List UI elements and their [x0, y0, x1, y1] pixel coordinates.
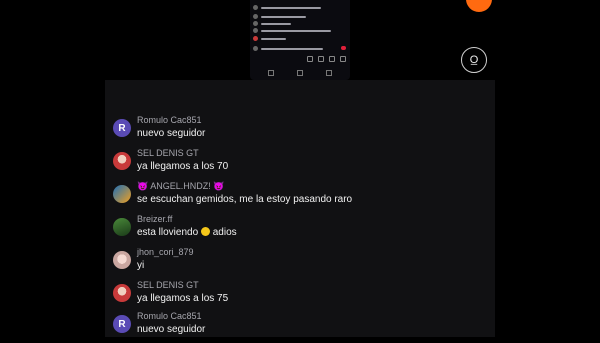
chat-text-row: esta lloviendo adios: [137, 227, 237, 238]
avatar: [113, 251, 131, 269]
chat-username[interactable]: ANGEL.HNDZ!: [150, 181, 211, 191]
chat-text: esta lloviendo: [137, 227, 199, 238]
sad-face-emoji-icon: [200, 227, 210, 236]
camera-toggle-button[interactable]: O̲: [461, 47, 487, 73]
chat-text-after: adios: [212, 227, 237, 238]
chat-username-row: 😈 ANGEL.HNDZ! 😈: [137, 181, 224, 192]
devil-emoji-icon: 😈: [137, 181, 149, 191]
devil-emoji-icon: 😈: [213, 181, 225, 191]
heart-icon: [341, 46, 346, 50]
preview-chat-row: [253, 20, 291, 27]
chat-username[interactable]: Breizer.ff: [137, 214, 172, 224]
chat-username[interactable]: SEL DENIS GT: [137, 148, 199, 158]
chat-username[interactable]: Romulo Cac851: [137, 115, 202, 125]
chat-username[interactable]: Romulo Cac851: [137, 311, 202, 321]
chat-text: yi: [137, 260, 145, 271]
avatar: R: [113, 119, 131, 137]
preview-icon-row: [307, 56, 346, 62]
phone-mirror-preview: [250, 0, 350, 80]
preview-chat-row: [253, 35, 286, 42]
preview-chat-row: [253, 4, 321, 11]
avatar: R: [113, 315, 131, 333]
avatar-letter: R: [118, 122, 126, 134]
chat-text: ya llegamos a los 75: [137, 293, 229, 304]
preview-chat-row: [253, 13, 306, 20]
camera-toggle-label: O̲: [469, 54, 479, 66]
avatar: [113, 185, 131, 203]
avatar: [113, 218, 131, 236]
chat-text: nuevo seguidor: [137, 128, 206, 139]
chat-username[interactable]: SEL DENIS GT: [137, 280, 199, 290]
chat-username[interactable]: jhon_cori_879: [137, 247, 194, 257]
preview-nav-bar: [268, 70, 332, 76]
preview-chat-row: [253, 45, 323, 52]
avatar-letter: R: [118, 318, 126, 330]
live-chat-panel: R Romulo Cac851 nuevo seguidor SEL DENIS…: [105, 80, 495, 337]
chat-text: se escuchan gemidos, me la estoy pasando…: [137, 194, 353, 205]
avatar: [113, 152, 131, 170]
chat-text: nuevo seguidor: [137, 324, 206, 335]
preview-chat-row: [253, 27, 331, 34]
avatar: [113, 284, 131, 302]
chat-text: ya llegamos a los 70: [137, 161, 229, 172]
record-indicator-icon: [466, 0, 492, 12]
